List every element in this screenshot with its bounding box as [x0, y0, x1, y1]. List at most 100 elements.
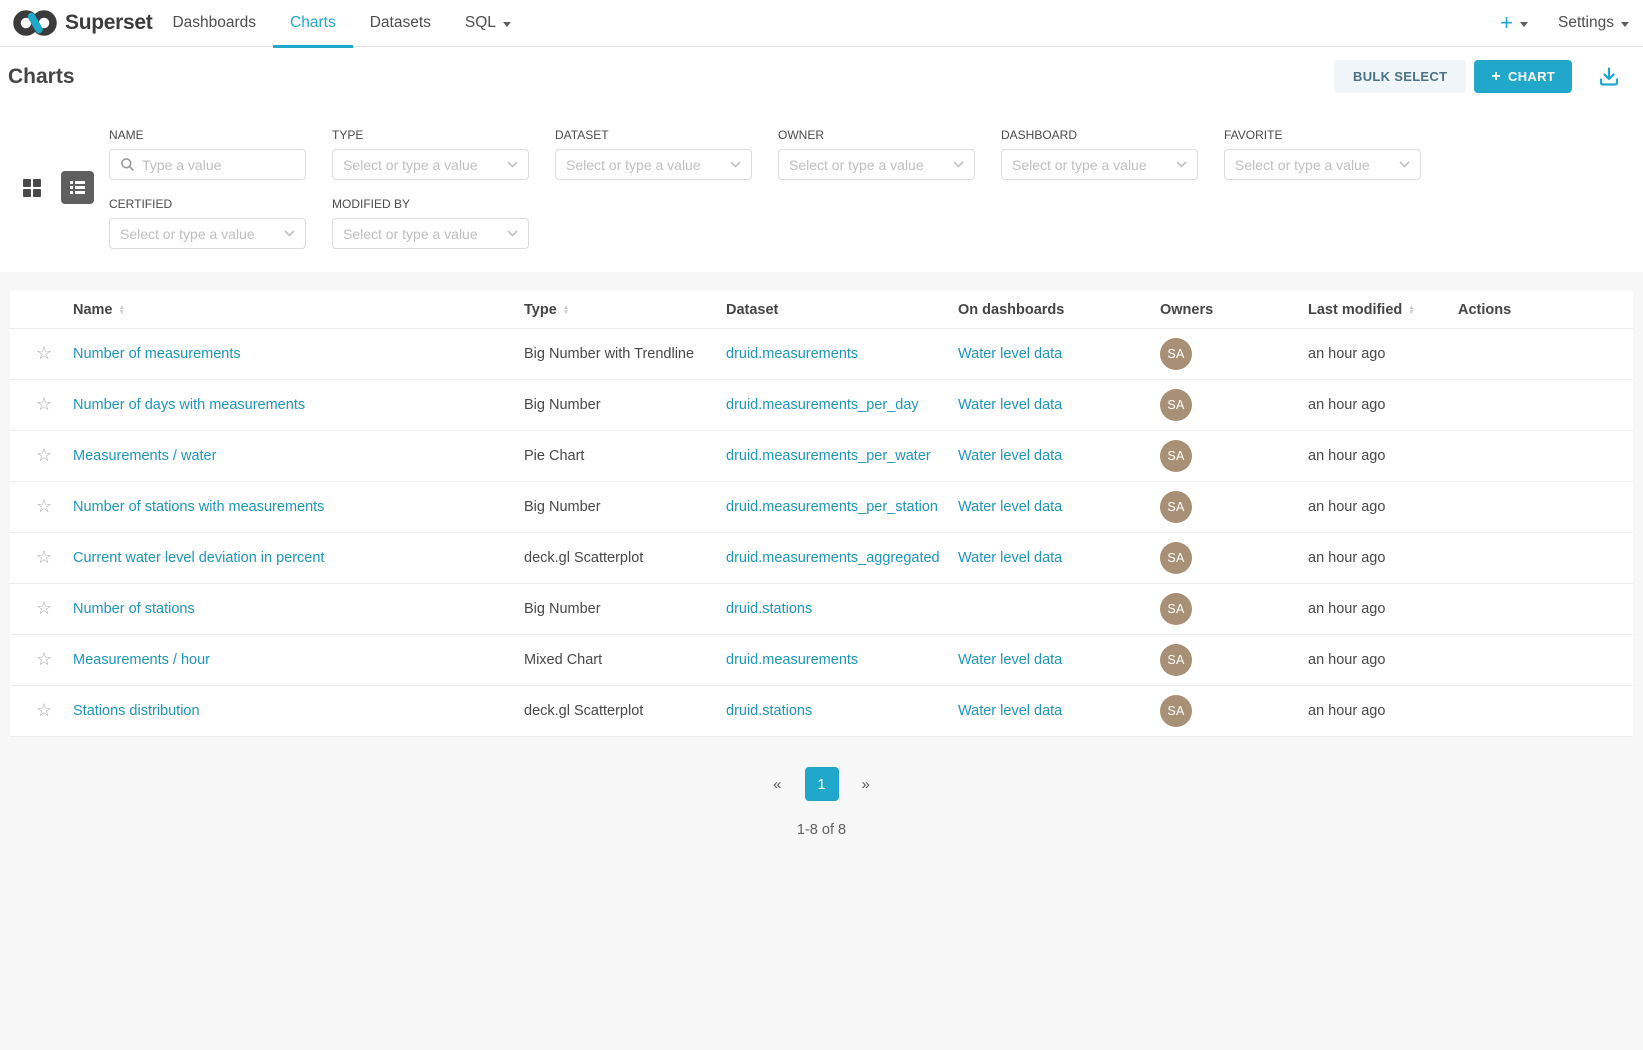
favorite-star-icon[interactable]: ☆ [36, 649, 52, 669]
chevron-down-icon [507, 230, 518, 237]
favorite-star-icon[interactable]: ☆ [36, 343, 52, 363]
owner-avatar[interactable]: SA [1160, 644, 1192, 676]
new-item-menu[interactable]: + [1500, 13, 1528, 33]
favorite-star-icon[interactable]: ☆ [36, 445, 52, 465]
favorite-filter-select[interactable]: Select or type a value [1224, 149, 1421, 180]
dashboard-link[interactable]: Water level data [958, 346, 1062, 362]
nav-item-charts[interactable]: Charts [273, 0, 353, 47]
modified-by-filter-select[interactable]: Select or type a value [332, 218, 529, 249]
owner-avatar[interactable]: SA [1160, 338, 1192, 370]
last-modified: an hour ago [1308, 703, 1385, 719]
column-header-on-dashboards: On dashboards [958, 302, 1064, 318]
chart-name-link[interactable]: Measurements / hour [73, 652, 210, 668]
dashboard-link[interactable]: Water level data [958, 499, 1062, 515]
column-header-last-modified[interactable]: Last modified▲▼ [1308, 302, 1415, 318]
filter-name: NAME [109, 128, 306, 180]
owner-avatar[interactable]: SA [1160, 491, 1192, 523]
dataset-link[interactable]: druid.measurements_per_day [726, 397, 919, 413]
favorite-star-icon[interactable]: ☆ [36, 700, 52, 720]
main-nav: Dashboards Charts Datasets SQL [155, 0, 527, 47]
dashboard-link[interactable]: Water level data [958, 550, 1062, 566]
list-view-toggle[interactable] [61, 171, 94, 204]
chevron-down-icon [1176, 161, 1187, 168]
dataset-link[interactable]: druid.measurements_per_water [726, 448, 931, 464]
filter-certified: CERTIFIED Select or type a value [109, 197, 306, 249]
export-charts-button[interactable] [1597, 65, 1621, 89]
dataset-filter-select[interactable]: Select or type a value [555, 149, 752, 180]
dashboard-filter-select[interactable]: Select or type a value [1001, 149, 1198, 180]
download-icon [1597, 65, 1621, 89]
chart-name-link[interactable]: Measurements / water [73, 448, 216, 464]
chart-name-link[interactable]: Current water level deviation in percent [73, 550, 324, 566]
dataset-link[interactable]: druid.stations [726, 703, 812, 719]
chart-name-link[interactable]: Number of days with measurements [73, 397, 305, 413]
filter-dataset: DATASET Select or type a value [555, 128, 752, 180]
filter-owner: OWNER Select or type a value [778, 128, 975, 180]
nav-item-datasets[interactable]: Datasets [353, 0, 448, 47]
dataset-link[interactable]: druid.measurements [726, 346, 858, 362]
settings-menu[interactable]: Settings [1558, 14, 1629, 32]
last-modified: an hour ago [1308, 499, 1385, 515]
column-header-type[interactable]: Type▲▼ [524, 302, 569, 318]
navbar-right: + Settings [1500, 13, 1633, 33]
filter-section: NAME TYPE Select or type a value DATASET [0, 106, 1643, 272]
charts-table: Name▲▼ Type▲▼ Dataset On dashboards Owne… [10, 291, 1633, 737]
table-row: ☆ Number of stations with measurements B… [10, 482, 1633, 533]
table-row: ☆ Number of measurements Big Number with… [10, 329, 1633, 380]
last-modified: an hour ago [1308, 346, 1385, 362]
owner-avatar[interactable]: SA [1160, 440, 1192, 472]
chart-type: Big Number [524, 601, 601, 617]
chevron-down-icon [284, 230, 295, 237]
brand-name: Superset [65, 11, 152, 35]
dataset-link[interactable]: druid.stations [726, 601, 812, 617]
name-filter-input[interactable] [142, 157, 295, 173]
grid-icon [22, 178, 42, 198]
dashboard-link[interactable]: Water level data [958, 397, 1062, 413]
table-row: ☆ Current water level deviation in perce… [10, 533, 1633, 584]
favorite-star-icon[interactable]: ☆ [36, 496, 52, 516]
certified-filter-select[interactable]: Select or type a value [109, 218, 306, 249]
type-filter-select[interactable]: Select or type a value [332, 149, 529, 180]
dataset-link[interactable]: druid.measurements [726, 652, 858, 668]
owner-filter-select[interactable]: Select or type a value [778, 149, 975, 180]
chevron-down-icon [503, 22, 511, 27]
nav-item-dashboards[interactable]: Dashboards [155, 0, 273, 47]
superset-logo[interactable]: Superset [12, 8, 152, 38]
chevron-down-icon [1399, 161, 1410, 168]
dataset-link[interactable]: druid.measurements_per_station [726, 499, 938, 515]
chart-type: Mixed Chart [524, 652, 602, 668]
next-page-button[interactable]: » [862, 776, 870, 793]
dashboard-link[interactable]: Water level data [958, 448, 1062, 464]
add-chart-button[interactable]: + CHART [1474, 60, 1572, 93]
chevron-down-icon [507, 161, 518, 168]
favorite-star-icon[interactable]: ☆ [36, 394, 52, 414]
chart-type: Big Number [524, 499, 601, 515]
table-row: ☆ Measurements / water Pie Chart druid.m… [10, 431, 1633, 482]
nav-item-sql[interactable]: SQL [448, 0, 528, 47]
favorite-star-icon[interactable]: ☆ [36, 547, 52, 567]
dashboard-link[interactable]: Water level data [958, 652, 1062, 668]
plus-icon: + [1500, 13, 1513, 33]
dashboard-link[interactable]: Water level data [958, 703, 1062, 719]
filter-modified-by: MODIFIED BY Select or type a value [332, 197, 529, 249]
favorite-star-icon[interactable]: ☆ [36, 598, 52, 618]
table-row: ☆ Measurements / hour Mixed Chart druid.… [10, 635, 1633, 686]
page-1-button[interactable]: 1 [805, 767, 839, 801]
previous-page-button[interactable]: « [773, 776, 781, 793]
owner-avatar[interactable]: SA [1160, 695, 1192, 727]
chevron-down-icon [1621, 22, 1629, 27]
chart-name-link[interactable]: Number of stations [73, 601, 195, 617]
card-view-toggle[interactable] [15, 171, 48, 204]
chart-name-link[interactable]: Stations distribution [73, 703, 200, 719]
column-header-owners: Owners [1160, 302, 1213, 318]
owner-avatar[interactable]: SA [1160, 542, 1192, 574]
header-actions: BULK SELECT + CHART [1334, 60, 1621, 93]
bulk-select-button[interactable]: BULK SELECT [1334, 60, 1466, 93]
chart-name-link[interactable]: Number of measurements [73, 346, 241, 362]
chart-name-link[interactable]: Number of stations with measurements [73, 499, 324, 515]
owner-avatar[interactable]: SA [1160, 593, 1192, 625]
owner-avatar[interactable]: SA [1160, 389, 1192, 421]
column-header-dataset: Dataset [726, 302, 778, 318]
column-header-name[interactable]: Name▲▼ [73, 302, 125, 318]
dataset-link[interactable]: druid.measurements_aggregated [726, 550, 940, 566]
